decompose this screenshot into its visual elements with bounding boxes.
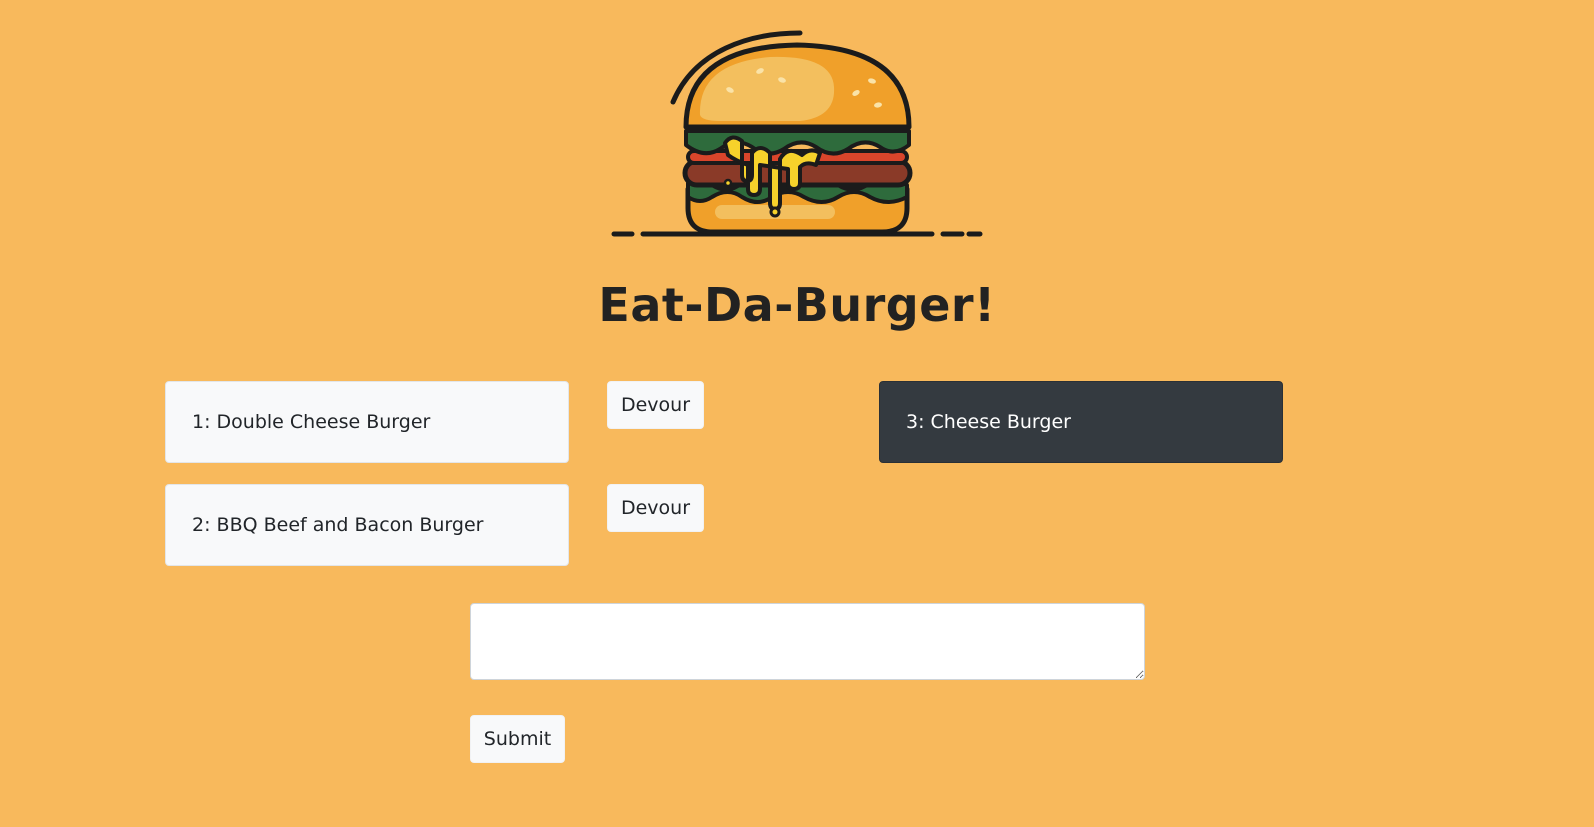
devour-button-2[interactable]: Devour	[607, 484, 704, 532]
devoured-burger-card-3: 3: Cheese Burger	[879, 381, 1283, 463]
devour-button-1[interactable]: Devour	[607, 381, 704, 429]
page-title: Eat-Da-Burger!	[598, 278, 996, 332]
burger-card-2: 2: BBQ Beef and Bacon Burger	[165, 484, 569, 566]
burger-name-textarea[interactable]	[470, 603, 1145, 680]
burger-icon	[611, 30, 983, 237]
burger-logo	[610, 25, 985, 245]
burger-name: 2: BBQ Beef and Bacon Burger	[192, 514, 484, 536]
burger-name: 1: Double Cheese Burger	[192, 411, 431, 433]
submit-button[interactable]: Submit	[470, 715, 565, 763]
burger-card-1: 1: Double Cheese Burger	[165, 381, 569, 463]
burger-name: 3: Cheese Burger	[906, 411, 1071, 433]
